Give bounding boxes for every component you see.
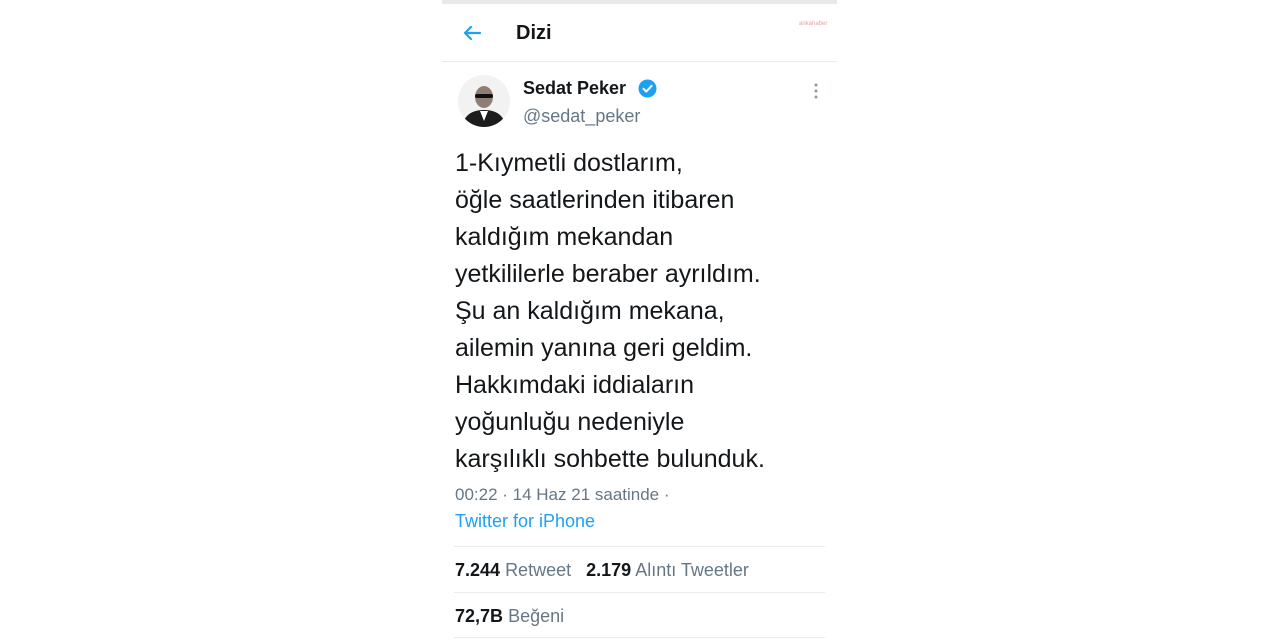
retweets-label: Retweet (505, 560, 572, 580)
likes-label: Beğeni (508, 606, 565, 626)
tweet-text-line: ailemin yanına geri geldim. (455, 334, 753, 362)
user-handle[interactable]: @sedat_peker (523, 105, 640, 127)
tweet-text: 1-Kıymetli dostlarım, öğle saatlerinden … (455, 145, 833, 478)
quote-tweets-count: 2.179 (586, 560, 632, 580)
page: Dizi ankahaber Sedat Peker @sedat_peker (0, 0, 1280, 640)
tweet-text-line: yetkililerle beraber ayrıldım. (455, 260, 761, 288)
divider (454, 546, 825, 547)
retweets-count: 7.244 (455, 560, 501, 580)
retweets-stat[interactable]: 7.244 Retweet (455, 559, 571, 581)
tweet-text-line: öğle saatlerinden itibaren (455, 186, 735, 214)
engagement-stats-row: 7.244 Retweet 2.179 Alıntı Tweetler (455, 559, 759, 581)
likes-stat[interactable]: 72,7B Beğeni (455, 605, 564, 627)
likes-stats-row: 72,7B Beğeni (455, 605, 574, 627)
watermark: ankahaber (799, 21, 828, 27)
top-bar: Dizi ankahaber (442, 4, 837, 62)
tweet-text-line: Şu an kaldığım mekana, (455, 297, 725, 325)
quote-tweets-label: Alıntı Tweetler (635, 560, 749, 580)
tweet-text-line: kaldığım mekandan (455, 223, 674, 251)
display-name[interactable]: Sedat Peker (523, 77, 626, 99)
tweet-timestamp[interactable]: 00:22 · 14 Haz 21 saatinde · (455, 484, 670, 506)
tweet-text-line: Hakkımdaki iddiaların (455, 371, 694, 399)
tweet-text-line: yoğunluğu nedeniyle (455, 408, 685, 436)
page-title: Dizi (516, 22, 552, 44)
avatar[interactable] (458, 75, 510, 127)
arrow-left-icon (456, 19, 488, 47)
tweet-text-line: karşılıklı sohbette bulunduk. (455, 445, 765, 473)
likes-count: 72,7B (455, 606, 504, 626)
verified-badge-icon (638, 79, 657, 98)
tweet-source-link[interactable]: Twitter for iPhone (455, 510, 595, 532)
back-button[interactable] (456, 19, 488, 47)
quote-tweets-stat[interactable]: 2.179 Alıntı Tweetler (586, 559, 749, 581)
tweet-text-line: 1-Kıymetli dostlarım, (455, 149, 683, 177)
more-options-button[interactable] (808, 81, 824, 101)
divider (454, 592, 825, 593)
tweet-thread-screen: Dizi ankahaber Sedat Peker @sedat_peker (442, 0, 837, 640)
more-vertical-icon (808, 81, 824, 101)
divider (454, 637, 825, 638)
